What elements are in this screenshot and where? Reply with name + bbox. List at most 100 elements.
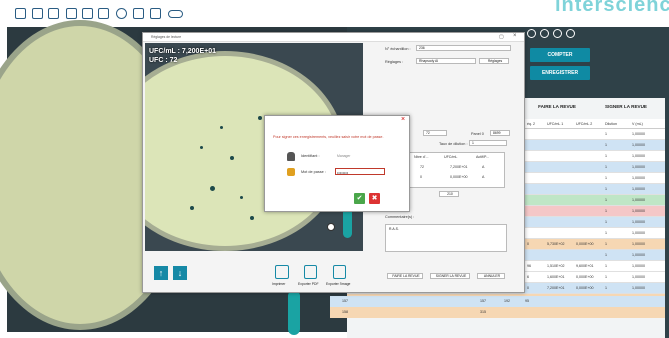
save-icon[interactable] (48, 8, 59, 19)
window-close-button[interactable]: × (513, 33, 517, 39)
cancel-button[interactable]: ✖ (369, 193, 380, 204)
table-cell: 1,00000 (632, 132, 645, 136)
grid-cell: 0 (420, 175, 422, 179)
table-cell: 5,730E+02 (547, 242, 565, 246)
table-row[interactable]: 158 315 (330, 307, 665, 318)
toggle-icon[interactable] (168, 10, 183, 18)
settings-button[interactable]: Réglages (479, 58, 509, 64)
table-cell: 1,00000 (632, 198, 645, 202)
sample-label: N° échantillon : (385, 47, 411, 51)
table-cell: 1,00000 (632, 242, 645, 246)
print-icon[interactable] (98, 8, 109, 19)
report-icon[interactable] (133, 8, 144, 19)
review-icon[interactable] (150, 8, 161, 19)
dilution-select[interactable]: 1 (469, 140, 507, 146)
save-results-button[interactable]: ENREGISTRER (530, 66, 590, 80)
table-header-cell: Dilution (605, 122, 617, 126)
reading-window-titlebar: Réglages de lecture ▢ × (143, 33, 524, 42)
sign-review-button[interactable]: SIGNER LA REVUE (592, 101, 660, 113)
ufc-ml-value: UFC/mL : 7,200E+01 (149, 48, 216, 55)
ok-button[interactable]: ✔ (354, 193, 365, 204)
footer-sign-button[interactable]: SIGNER LA REVUE (430, 273, 470, 279)
export-image-label: Exporter l'image (326, 282, 351, 286)
ufc-count-value: UFC : 72 (149, 57, 178, 64)
footer-review-button[interactable]: FAIRE LA REVUE (387, 273, 423, 279)
dialog-close-button[interactable]: × (401, 116, 405, 123)
table-cell: 1,00000 (632, 154, 645, 158)
dilution-label: Taux de dilution : (439, 142, 468, 146)
table-cell: 1 (605, 176, 607, 180)
table-cell: 1 (605, 253, 607, 257)
panel-label: Panel 0 (471, 132, 484, 136)
count-field[interactable]: 72 (423, 130, 447, 136)
table-cell: 1,00000 (632, 187, 645, 191)
review-button[interactable]: FAIRE LA REVUE (525, 101, 589, 113)
sample-field[interactable]: 236 (416, 45, 511, 51)
table-cell: 1 (605, 231, 607, 235)
password-label: Mot de passe : (301, 170, 326, 174)
reading-window-title: Réglages de lecture (151, 35, 182, 39)
table-cell: 1 (605, 220, 607, 224)
table-cell: 1,00000 (632, 143, 645, 147)
modifications-field[interactable]: 210 (439, 191, 459, 197)
settings-field[interactable]: Rhapsody AI (416, 58, 476, 64)
view-icon[interactable] (327, 223, 335, 231)
grid-cell: 0,000E+00 (450, 175, 468, 179)
grid-cell: A (482, 165, 485, 169)
export-pdf-label: Exporter PDF (298, 282, 319, 286)
validate-icon[interactable] (527, 29, 536, 38)
table-cell: 1 (605, 242, 607, 246)
table-cell: 1,00000 (632, 231, 645, 235)
grid-header-cell: UFC/mL (444, 155, 458, 159)
print-button[interactable] (275, 265, 289, 279)
zoom-slider[interactable] (343, 208, 352, 238)
password-dialog: × Pour signer ces enregistrements, veuil… (264, 115, 410, 212)
table-cell: 6 (527, 275, 529, 279)
arrow-down-button[interactable]: ↓ (173, 266, 187, 280)
history-icon[interactable] (116, 8, 127, 19)
comments-text: R.A.S. (389, 227, 399, 231)
id-field: Manager (337, 154, 351, 158)
table-cell: 0,000E+00 (576, 275, 594, 279)
table-cell: 1 (605, 209, 607, 213)
table-header-cell: éq. 2 (527, 122, 535, 126)
side-slider[interactable] (288, 290, 300, 335)
password-field[interactable]: •••••••• (335, 168, 385, 175)
arrow-up-button[interactable]: ↑ (154, 266, 168, 280)
table-header-cell: UFC/mL 2 (576, 122, 593, 126)
folder-icon[interactable] (32, 8, 43, 19)
dialog-message: Pour signer ces enregistrements, veuille… (273, 135, 384, 139)
add-icon[interactable] (15, 8, 26, 19)
table-cell: 1,00000 (632, 286, 645, 290)
table-row[interactable]: 157 157 192 95 (330, 296, 665, 307)
print-label: Imprimer (272, 282, 286, 286)
settings-label: Réglages : (385, 60, 404, 64)
count-button[interactable]: COMPTER (530, 48, 590, 62)
minimize-button[interactable]: ▢ (499, 34, 504, 40)
table-header-cell: V (mL) (632, 122, 643, 126)
table-cell: 1 (605, 187, 607, 191)
export-pdf-button[interactable] (304, 265, 317, 279)
table-cell: 1 (605, 165, 607, 169)
table-cell: 315 (480, 310, 486, 314)
edit-icon[interactable] (540, 29, 549, 38)
table-cell: 0 (527, 242, 529, 246)
table-cell: 9,600E+01 (576, 264, 594, 268)
panel-field[interactable]: 8699 (490, 130, 510, 136)
export-image-button[interactable] (333, 265, 346, 279)
power-icon[interactable] (566, 29, 575, 38)
id-label: Identifiant : (301, 154, 320, 158)
photos-icon[interactable] (82, 8, 93, 19)
table-cell: 0,000E+00 (576, 242, 594, 246)
table-cell: 0,000E+00 (576, 286, 594, 290)
footer-cancel-button[interactable]: ANNULER (477, 273, 505, 279)
delete-icon[interactable] (553, 29, 562, 38)
table-cell: 157 (480, 299, 486, 303)
comments-label: Commentaire(s) : (385, 215, 415, 219)
camera-icon[interactable] (66, 8, 77, 19)
table-cell: 1 (605, 154, 607, 158)
table-cell: 1 (605, 275, 607, 279)
table-cell: 1,510E+02 (547, 264, 565, 268)
comments-field[interactable]: R.A.S. (385, 224, 507, 252)
table-cell: 1 (605, 143, 607, 147)
